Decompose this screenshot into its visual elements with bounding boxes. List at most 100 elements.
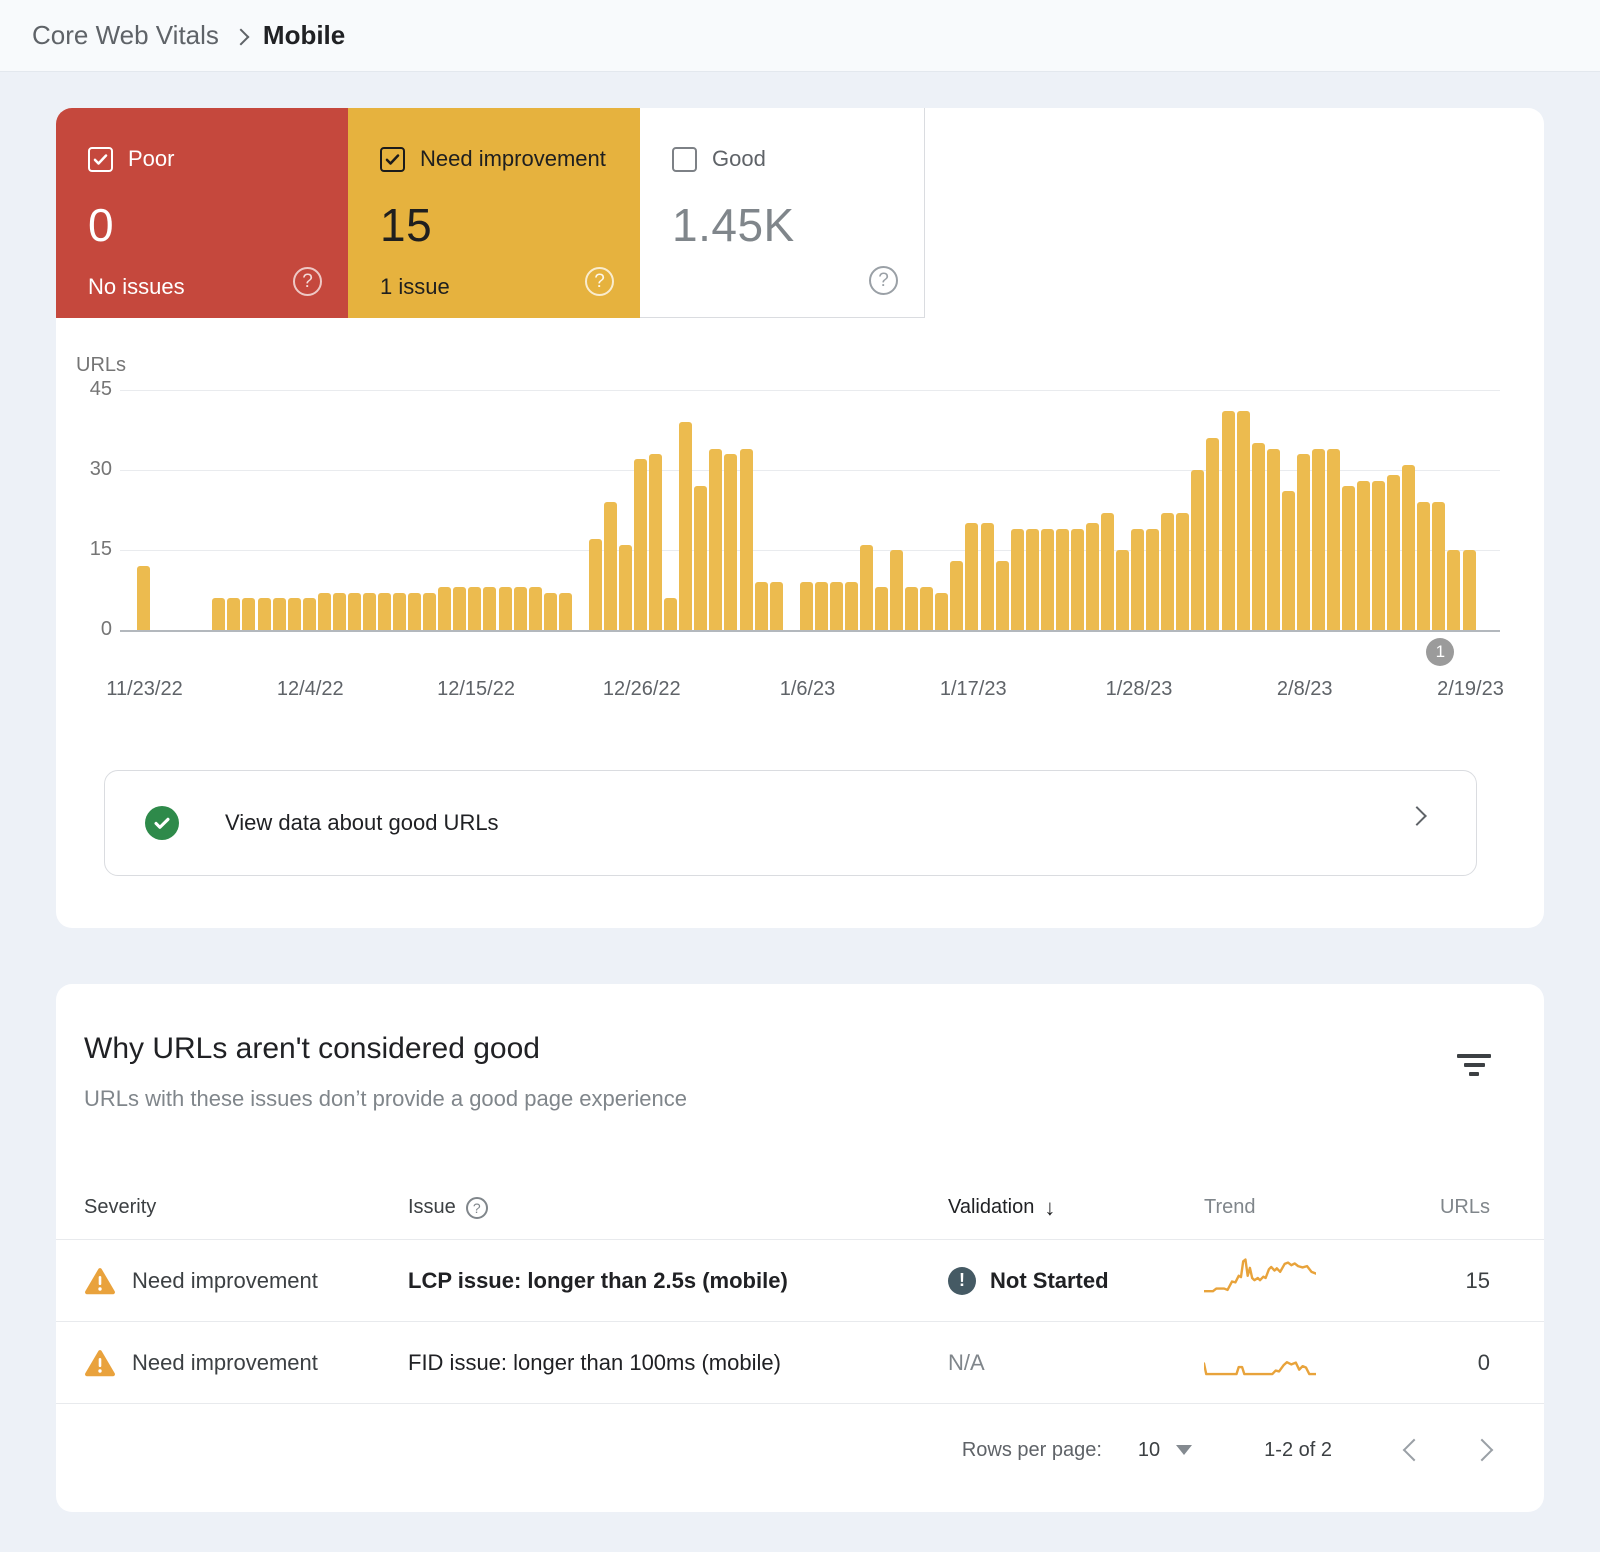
rows-per-page-select[interactable]: 10 bbox=[1138, 1439, 1192, 1462]
bar[interactable] bbox=[288, 598, 301, 630]
bar[interactable] bbox=[770, 582, 783, 630]
bar[interactable] bbox=[1267, 449, 1280, 630]
need-improvement-checkbox-checked-icon[interactable] bbox=[380, 147, 405, 172]
bar[interactable] bbox=[333, 593, 346, 630]
bar[interactable] bbox=[227, 598, 240, 630]
bar[interactable] bbox=[1417, 502, 1430, 630]
bar[interactable] bbox=[544, 593, 557, 630]
bar[interactable] bbox=[920, 587, 933, 630]
bar[interactable] bbox=[1327, 449, 1340, 630]
column-severity[interactable]: Severity bbox=[84, 1196, 408, 1219]
chart-annotation-marker[interactable]: 1 bbox=[1426, 638, 1454, 666]
bar[interactable] bbox=[1191, 470, 1204, 630]
bar[interactable] bbox=[1357, 481, 1370, 630]
bar[interactable] bbox=[438, 587, 451, 630]
bar[interactable] bbox=[1342, 486, 1355, 630]
bar[interactable] bbox=[453, 587, 466, 630]
column-trend[interactable]: Trend bbox=[1204, 1196, 1404, 1219]
bar[interactable] bbox=[694, 486, 707, 630]
poor-help-icon[interactable]: ? bbox=[293, 267, 322, 296]
bar[interactable] bbox=[1372, 481, 1385, 630]
bar[interactable] bbox=[258, 598, 271, 630]
bar[interactable] bbox=[1312, 449, 1325, 630]
bar[interactable] bbox=[845, 582, 858, 630]
view-good-urls-banner[interactable]: View data about good URLs bbox=[104, 770, 1477, 876]
bar[interactable] bbox=[1116, 550, 1129, 630]
bar[interactable] bbox=[1071, 529, 1084, 630]
bar[interactable] bbox=[1161, 513, 1174, 630]
bar[interactable] bbox=[393, 593, 406, 630]
bar[interactable] bbox=[664, 598, 677, 630]
bar[interactable] bbox=[800, 582, 813, 630]
bar[interactable] bbox=[273, 598, 286, 630]
bar[interactable] bbox=[890, 550, 903, 630]
tab-good[interactable]: Good 1.45K ? bbox=[640, 108, 925, 318]
bar[interactable] bbox=[1222, 411, 1235, 630]
bar[interactable] bbox=[1463, 550, 1476, 630]
poor-checkbox-checked-icon[interactable] bbox=[88, 147, 113, 172]
bar[interactable] bbox=[1011, 529, 1024, 630]
breadcrumb-core-web-vitals[interactable]: Core Web Vitals bbox=[32, 20, 219, 51]
bar[interactable] bbox=[363, 593, 376, 630]
bar[interactable] bbox=[679, 422, 692, 630]
tab-need-improvement[interactable]: Need improvement 15 1 issue ? bbox=[348, 108, 640, 318]
previous-page-button[interactable] bbox=[1403, 1439, 1426, 1462]
bar[interactable] bbox=[1237, 411, 1250, 630]
bar[interactable] bbox=[499, 587, 512, 630]
bar[interactable] bbox=[423, 593, 436, 630]
next-page-button[interactable] bbox=[1471, 1439, 1494, 1462]
bar[interactable] bbox=[529, 587, 542, 630]
bar[interactable] bbox=[634, 459, 647, 630]
good-help-icon[interactable]: ? bbox=[869, 266, 898, 295]
bar[interactable] bbox=[1387, 475, 1400, 630]
bar[interactable] bbox=[724, 454, 737, 630]
bar[interactable] bbox=[755, 582, 768, 630]
bar[interactable] bbox=[875, 587, 888, 630]
bar[interactable] bbox=[604, 502, 617, 630]
bar[interactable] bbox=[830, 582, 843, 630]
bar[interactable] bbox=[559, 593, 572, 630]
bar[interactable] bbox=[514, 587, 527, 630]
bar[interactable] bbox=[649, 454, 662, 630]
bar[interactable] bbox=[408, 593, 421, 630]
issue-help-icon[interactable]: ? bbox=[466, 1197, 488, 1219]
bar[interactable] bbox=[815, 582, 828, 630]
bar[interactable] bbox=[1447, 550, 1460, 630]
bar[interactable] bbox=[483, 587, 496, 630]
bar[interactable] bbox=[709, 449, 722, 630]
bar[interactable] bbox=[1101, 513, 1114, 630]
bar[interactable] bbox=[965, 523, 978, 630]
bar[interactable] bbox=[468, 587, 481, 630]
bar[interactable] bbox=[1056, 529, 1069, 630]
bar[interactable] bbox=[950, 561, 963, 630]
issue-row-lcp[interactable]: Need improvement LCP issue: longer than … bbox=[56, 1240, 1544, 1322]
bar[interactable] bbox=[1176, 513, 1189, 630]
column-issue[interactable]: Issue ? bbox=[408, 1196, 948, 1219]
bar[interactable] bbox=[1297, 454, 1310, 630]
bar[interactable] bbox=[1206, 438, 1219, 630]
bar[interactable] bbox=[1086, 523, 1099, 630]
bar[interactable] bbox=[137, 566, 150, 630]
bar[interactable] bbox=[378, 593, 391, 630]
bar[interactable] bbox=[242, 598, 255, 630]
bar[interactable] bbox=[303, 598, 316, 630]
bar[interactable] bbox=[589, 539, 602, 630]
bar[interactable] bbox=[1282, 491, 1295, 630]
bar[interactable] bbox=[212, 598, 225, 630]
column-urls[interactable]: URLs bbox=[1404, 1196, 1490, 1219]
bar[interactable] bbox=[1252, 443, 1265, 630]
bar[interactable] bbox=[935, 593, 948, 630]
need-improvement-help-icon[interactable]: ? bbox=[585, 267, 614, 296]
bar[interactable] bbox=[740, 449, 753, 630]
bar[interactable] bbox=[1146, 529, 1159, 630]
good-checkbox-unchecked-icon[interactable] bbox=[672, 147, 697, 172]
bar[interactable] bbox=[1432, 502, 1445, 630]
bar[interactable] bbox=[981, 523, 994, 630]
bar[interactable] bbox=[318, 593, 331, 630]
bar[interactable] bbox=[619, 545, 632, 630]
bar[interactable] bbox=[996, 561, 1009, 630]
issue-row-fid[interactable]: Need improvement FID issue: longer than … bbox=[56, 1322, 1544, 1404]
bar[interactable] bbox=[1026, 529, 1039, 630]
filter-icon[interactable] bbox=[1456, 1054, 1492, 1080]
tab-poor[interactable]: Poor 0 No issues ? bbox=[56, 108, 348, 318]
